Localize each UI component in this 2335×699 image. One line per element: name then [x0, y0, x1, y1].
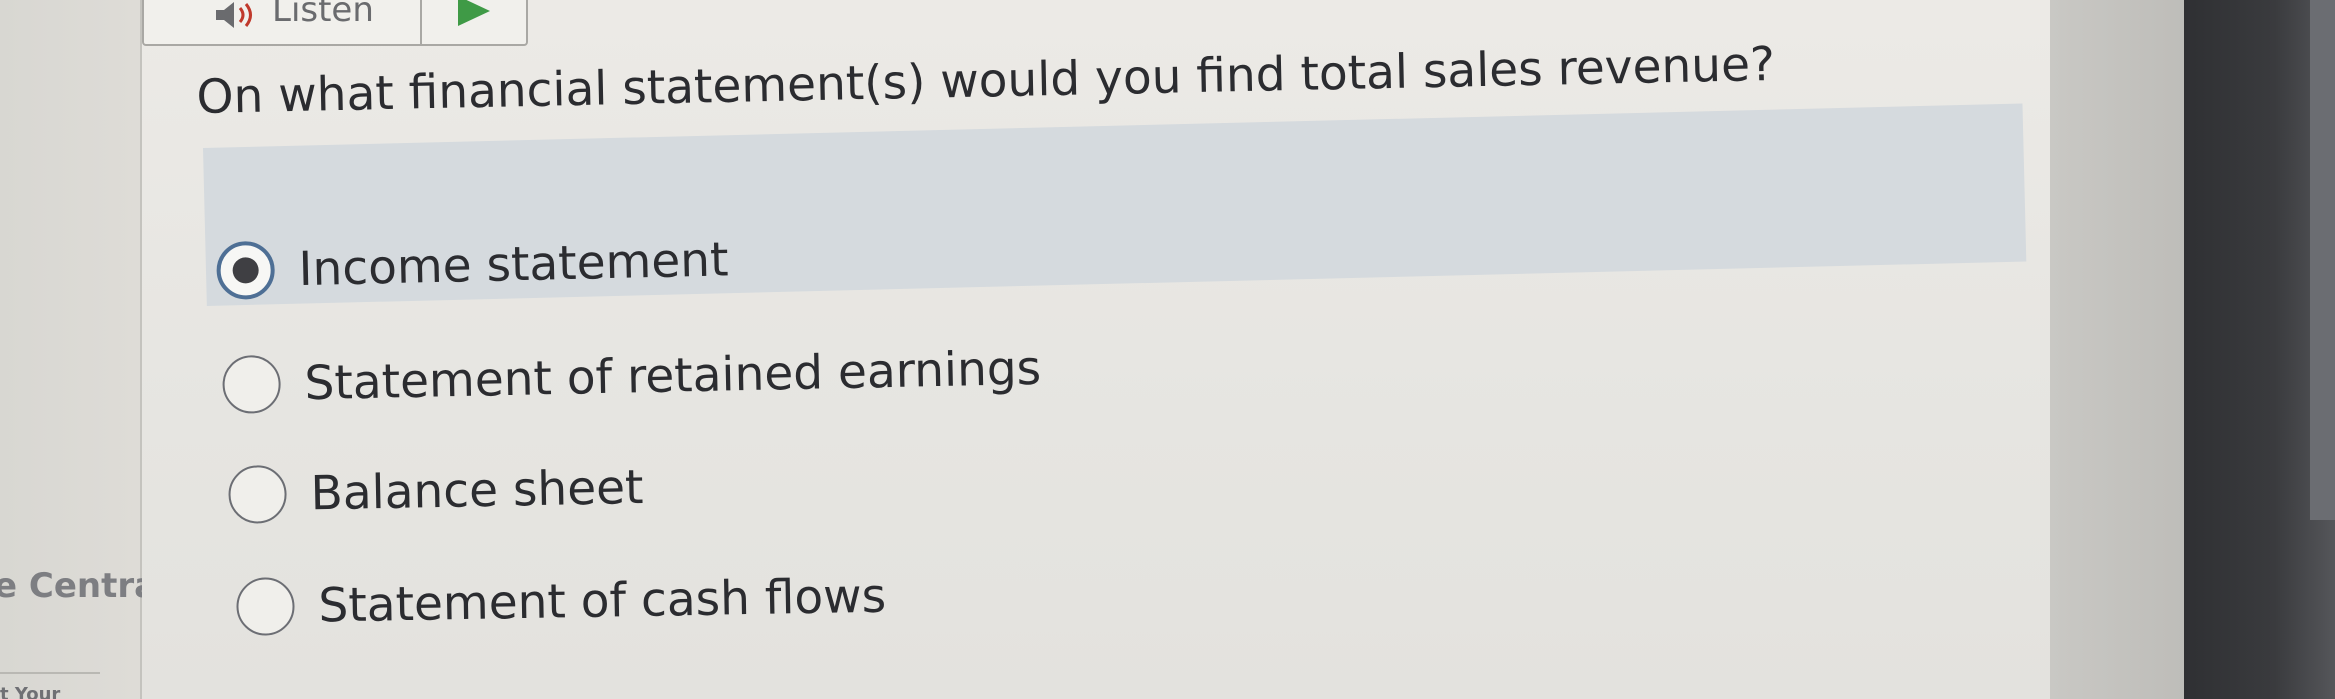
sidebar-label-cut[interactable]: t Your — [0, 684, 60, 699]
monitor-bezel — [2184, 0, 2335, 699]
radio-dot — [232, 257, 259, 284]
sidebar-divider — [0, 672, 100, 674]
play-button[interactable] — [422, 0, 526, 44]
option-label: Income statement — [298, 232, 730, 298]
sidebar-label[interactable]: e Centra — [0, 566, 157, 606]
left-sidebar: e Centra t Your — [0, 0, 157, 699]
play-icon — [456, 0, 492, 30]
screen: e Centra t Your Listen On what financial… — [0, 0, 2335, 699]
option-label: Statement of cash flows — [318, 568, 887, 634]
speaker-icon — [214, 0, 258, 30]
read-aloud-toolbar: Listen — [142, 0, 528, 46]
bezel-edge — [2310, 0, 2335, 520]
listen-button[interactable]: Listen — [144, 0, 422, 44]
option-label: Balance sheet — [310, 460, 644, 522]
right-gap — [2050, 0, 2184, 699]
listen-label: Listen — [272, 0, 374, 30]
